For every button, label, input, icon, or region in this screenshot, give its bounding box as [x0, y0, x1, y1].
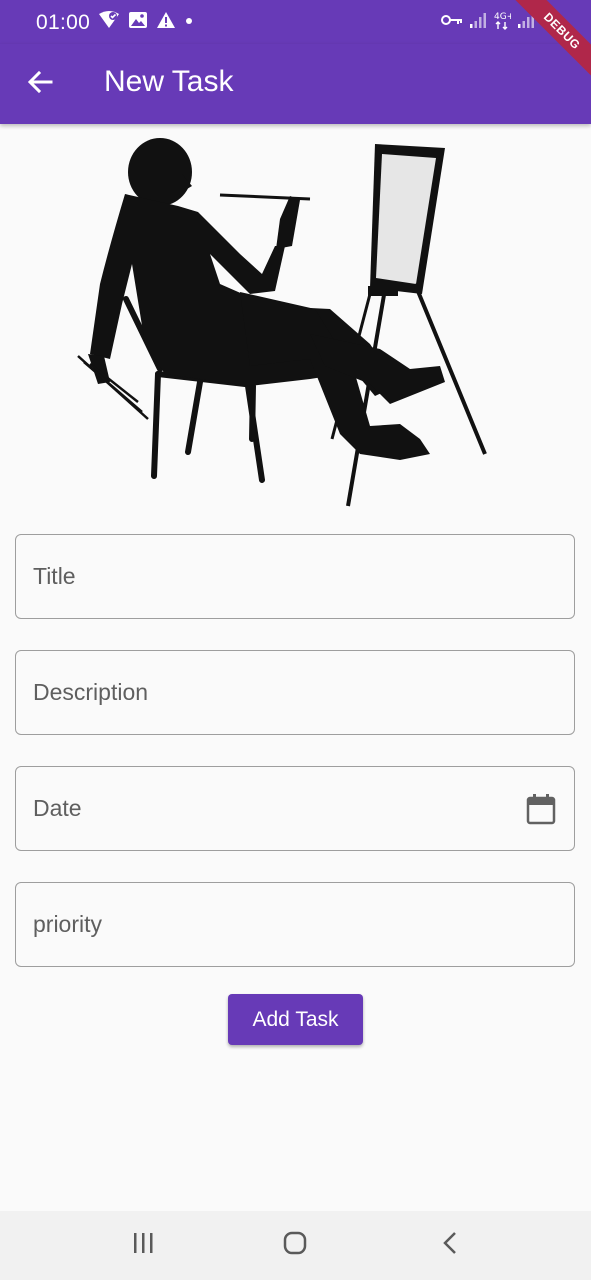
warning-icon: [156, 11, 176, 34]
dot-icon: [184, 13, 194, 31]
title-field[interactable]: Title: [15, 534, 575, 619]
add-task-button-label: Add Task: [252, 1007, 339, 1031]
back-button[interactable]: [22, 66, 58, 102]
signal-icon: [469, 11, 487, 34]
key-icon: [441, 13, 463, 32]
brush-shape: [219, 193, 311, 201]
date-field[interactable]: Date: [15, 766, 575, 851]
wifi-heart-icon: [98, 10, 120, 35]
arrow-back-icon: [26, 68, 54, 101]
description-field-placeholder: Description: [33, 679, 149, 705]
nav-back-button[interactable]: [432, 1229, 468, 1261]
status-time: 01:00: [36, 11, 91, 34]
home-icon: [282, 1230, 308, 1261]
image-icon: [128, 11, 148, 34]
debug-ribbon-label: DEBUG: [515, 0, 591, 78]
back-icon: [440, 1230, 460, 1261]
system-nav-bar: [0, 1211, 591, 1280]
priority-field-placeholder: priority: [33, 911, 103, 937]
description-field[interactable]: Description: [15, 650, 575, 735]
page-title: New Task: [104, 65, 234, 98]
home-button[interactable]: [277, 1229, 313, 1261]
brushes-shape: [77, 355, 149, 420]
priority-field[interactable]: priority: [15, 882, 575, 967]
date-field-placeholder: Date: [33, 795, 82, 821]
recent-apps-icon: [130, 1231, 156, 1260]
calendar-icon[interactable]: [526, 793, 556, 825]
debug-banner: DEBUG: [501, 0, 591, 90]
title-field-placeholder: Title: [33, 563, 76, 589]
status-left-icons: [98, 10, 194, 34]
artist-illustration: [70, 134, 510, 514]
recent-apps-button[interactable]: [125, 1229, 161, 1261]
add-task-button[interactable]: Add Task: [228, 994, 363, 1045]
